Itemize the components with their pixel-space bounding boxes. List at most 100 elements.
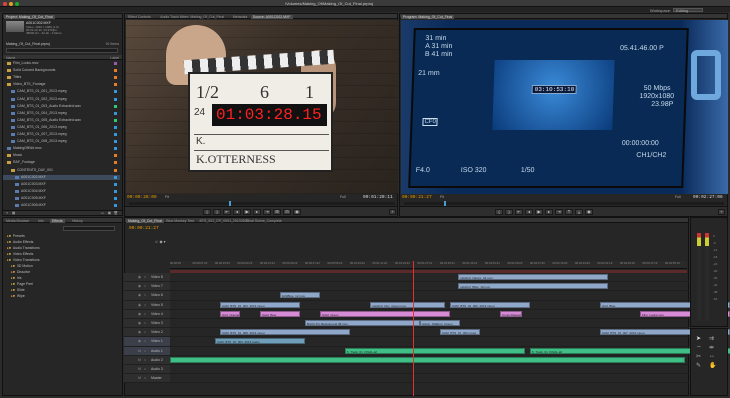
hand-tool-icon[interactable]: ✋ <box>709 362 716 369</box>
effects-item[interactable]: ▸■ Slide <box>11 288 25 292</box>
source-add-button[interactable]: + <box>389 209 396 215</box>
toggle-output-icon[interactable]: M <box>138 349 141 353</box>
list-item[interactable]: A001C005.MXF <box>3 196 120 201</box>
prog-play-button[interactable]: ▶ <box>535 209 543 215</box>
toggle-output-icon[interactable]: ◉ <box>138 330 141 334</box>
column-name[interactable]: Name <box>6 56 15 60</box>
tab-info[interactable]: Info <box>36 219 46 223</box>
trash-icon[interactable]: 🗑 <box>114 211 118 215</box>
slip-tool-icon[interactable]: ↔ <box>709 353 715 359</box>
source-fit-select[interactable]: Fit <box>165 195 169 199</box>
list-item[interactable]: CAM_BTS_01_004_2013.mpeg <box>3 111 120 116</box>
track-header[interactable]: ◉ ⌂ Video 6 <box>124 291 170 300</box>
timeline-clip[interactable]: CAM_BTS_01_008_2013.mpeg <box>220 329 350 336</box>
new-bin-icon[interactable]: ▭ <box>101 211 104 215</box>
step-back-button[interactable]: ◂ <box>233 209 241 215</box>
list-item[interactable]: CAM_BTS_01_007_2013.mpeg <box>3 132 120 137</box>
source-timecode-left[interactable]: 00:00:28:06 <box>127 195 157 200</box>
program-fit-select[interactable]: Fit <box>440 195 444 199</box>
toggle-output-icon[interactable]: ◉ <box>138 303 141 307</box>
lock-icon[interactable]: ⌂ <box>144 312 146 316</box>
insert-button[interactable]: ⊞ <box>273 209 281 215</box>
effects-item[interactable]: ▸■ Presets <box>7 234 25 238</box>
effects-item[interactable]: ▸■ Audio Transitions <box>7 246 40 250</box>
lock-icon[interactable]: ⌂ <box>144 339 146 343</box>
effects-item[interactable]: ▸■ Page Peel <box>11 282 33 286</box>
toggle-output-icon[interactable]: M <box>138 358 141 362</box>
mark-in-button[interactable]: { <box>203 209 211 215</box>
track-header[interactable]: M ⌂ Audio 2 <box>124 355 170 364</box>
list-item[interactable]: Solid Colored Backgrounds <box>3 68 120 73</box>
prog-go-to-in-button[interactable]: ⇤ <box>515 209 523 215</box>
timeline-ruler[interactable]: 00:00:00 00:00:07:23 00:00:15:23 00:00:23:2… <box>170 261 687 269</box>
tab-source-2[interactable]: Metadata <box>231 15 250 19</box>
timeline-clip[interactable]: 5_Track_01_FINAL.aif <box>345 347 525 354</box>
track-header[interactable]: M ⌂ Master <box>124 374 170 383</box>
list-item[interactable]: CAM_BTS_01_001_2013.mpeg <box>3 89 120 94</box>
go-to-in-button[interactable]: ⇤ <box>223 209 231 215</box>
toggle-output-icon[interactable]: ◉ <box>138 284 141 288</box>
icon-view-icon[interactable]: ▦ <box>12 211 15 215</box>
track-header[interactable]: ◉ ⌂ Video 4 <box>124 309 170 318</box>
go-to-out-button[interactable]: ⇥ <box>263 209 271 215</box>
timeline-clip[interactable]: Cross Dissolve <box>500 310 522 317</box>
tab-sequence-1[interactable]: Blue Monkey Test <box>164 219 196 223</box>
list-item[interactable]: Video_BTS_Footage <box>3 82 120 87</box>
timeline-clip[interactable]: Bright Pro Background 08.mov <box>305 320 420 326</box>
tab-project[interactable]: Project: Making_Of_Cut_Final <box>4 14 55 19</box>
play-button[interactable]: ▶ <box>243 209 251 215</box>
zoom-window-icon[interactable] <box>15 1 19 6</box>
selection-tool-icon[interactable]: ➤ <box>696 335 701 342</box>
track-select-tool-icon[interactable]: ⇉ <box>709 335 714 342</box>
tab-source-0[interactable]: Effect Controls <box>126 15 153 19</box>
tab-source-3[interactable]: Source: A001C002.MXF <box>250 14 293 19</box>
timeline-clip[interactable]: Grid_Orange <box>220 310 240 317</box>
pen-tool-icon[interactable]: ✎ <box>696 362 701 369</box>
list-view-icon[interactable]: ≡ <box>6 211 8 215</box>
new-item-icon[interactable]: ▣ <box>108 211 111 215</box>
effects-item[interactable]: ▸■ Dissolve <box>11 270 30 274</box>
toggle-output-icon[interactable]: ◉ <box>138 275 141 279</box>
track-header[interactable]: ◉ ⌂ Video 8 <box>124 273 170 282</box>
track-header[interactable]: ◉ ⌂ Video 7 <box>124 282 170 291</box>
prog-export-frame-button[interactable]: ◉ <box>585 209 593 215</box>
list-item[interactable]: CAM_BTS_01_003_Audio Extracted.wav <box>3 104 120 109</box>
list-item[interactable]: CAM_BTS_01_002_2013.mpeg <box>3 97 120 102</box>
track-header[interactable]: M ⌂ Audio 1 <box>124 346 170 355</box>
toggle-output-icon[interactable]: M <box>138 367 141 371</box>
lock-icon[interactable]: ⌂ <box>144 330 146 334</box>
toggle-output-icon[interactable]: ◉ <box>138 321 141 325</box>
list-item[interactable]: A001C002.MXF <box>3 174 120 180</box>
source-video[interactable]: 1/2 6 1 01:03:28.15 24 K. K.OTTERNESS <box>126 20 398 194</box>
toggle-output-icon[interactable]: ◉ <box>138 339 141 343</box>
toggle-output-icon[interactable]: ◉ <box>138 293 141 297</box>
timeline-timecode[interactable]: 00:00:21:27 <box>129 226 159 231</box>
mark-out-button[interactable]: } <box>213 209 221 215</box>
tab-source-1[interactable]: Audio Track Mixer: Making_Of_Cut_Final <box>158 15 226 19</box>
lift-button[interactable]: ⤒ <box>565 209 573 215</box>
prog-mark-out-button[interactable]: } <box>505 209 513 215</box>
prog-step-back-button[interactable]: ◂ <box>525 209 533 215</box>
toggle-output-icon[interactable]: ◉ <box>138 312 141 316</box>
rolling-tool-icon[interactable]: ⇹ <box>709 344 714 351</box>
program-quality-select[interactable]: Full <box>675 195 681 199</box>
timeline-clip[interactable]: Action_Walking_Green <box>420 320 460 326</box>
program-add-button[interactable]: + <box>718 209 725 215</box>
program-timecode-left[interactable]: 00:00:21:27 <box>402 195 432 200</box>
tab-media-browser[interactable]: Media Browser <box>4 219 31 223</box>
timeline-clip[interactable] <box>170 356 685 363</box>
timeline-clip[interactable]: CAM_BTS_01_003_2013.mpeg <box>220 301 300 308</box>
timeline-clip[interactable]: mgsbird_Doc_Green.mov <box>370 301 445 308</box>
track-header[interactable]: M ⌂ Audio 3 <box>124 365 170 374</box>
list-item[interactable]: CONTENTS_DAY_001 <box>3 168 120 173</box>
timeline-clip[interactable]: mgsbird_Bliss_19.mov <box>458 283 608 290</box>
list-item[interactable]: RAF_Footage <box>3 160 120 165</box>
lock-icon[interactable]: ⌂ <box>144 367 146 371</box>
source-scrubber[interactable] <box>129 201 395 206</box>
timeline-playhead[interactable] <box>413 261 414 396</box>
list-item[interactable]: CAM_BTS_01_008_2013.mpeg <box>3 139 120 144</box>
timeline-clip[interactable]: CAM_BTS_01_004_2013 Audio <box>215 338 305 345</box>
effects-search-input[interactable] <box>63 226 115 231</box>
list-item[interactable]: CAM_BTS_01_005_Audio Extracted.wav <box>3 118 120 123</box>
tab-sequence-2[interactable]: BTS_001_CP_V001_20130522 <box>198 219 251 223</box>
